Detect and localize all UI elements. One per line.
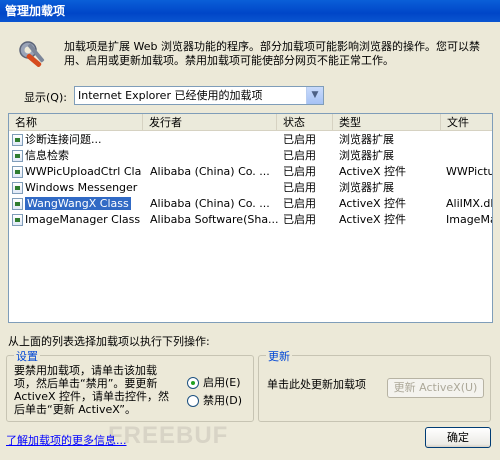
addon-name-text: 信息检索 — [25, 149, 69, 162]
addon-status: 已启用 — [283, 213, 316, 226]
column-header-publisher[interactable]: 发行者 — [143, 114, 277, 131]
addon-type: ActiveX 控件 — [339, 197, 407, 210]
update-group-title: 更新 — [266, 348, 292, 364]
addon-publisher: Alibaba Software(Sha... — [150, 213, 279, 226]
ok-button[interactable]: 确定 — [425, 427, 491, 448]
update-instructions: 单击此处更新加载项 — [267, 378, 366, 391]
addon-icon — [12, 150, 23, 162]
list-item[interactable]: 诊断连接问题... 已启用 浏览器扩展 — [9, 132, 492, 148]
learn-more-link[interactable]: 了解加载项的更多信息... — [6, 432, 127, 448]
enable-radio[interactable]: 启用(E) — [187, 374, 241, 390]
addon-icon — [12, 198, 23, 210]
addon-publisher — [150, 148, 280, 164]
addon-type: 浏览器扩展 — [339, 181, 394, 194]
addon-file: WWPictur... — [446, 165, 492, 178]
addon-name: WangWangX Class — [12, 196, 142, 212]
addon-file: AliIMX.dl — [446, 197, 493, 210]
manage-addons-window: 管理加载项 加载项是扩展 Web 浏览器功能的程序。部分加载项可能影响浏览器的操… — [0, 0, 500, 460]
show-dropdown-value: Internet Explorer 已经使用的加载项 — [78, 89, 263, 102]
show-label: 显示(Q): — [24, 91, 67, 104]
list-item[interactable]: ImageManager Class Alibaba Software(Sha.… — [9, 212, 492, 228]
list-item-selected[interactable]: WangWangX Class Alibaba (China) Co. ... … — [9, 196, 493, 212]
addon-name: Windows Messenger — [12, 180, 142, 196]
list-item[interactable]: Windows Messenger 已启用 浏览器扩展 — [9, 180, 492, 196]
window-title: 管理加载项 — [0, 0, 500, 22]
chevron-down-icon[interactable]: ▼ — [306, 87, 323, 104]
update-activex-button[interactable]: 更新 ActiveX(U) — [387, 378, 484, 398]
addon-name: WWPicUploadCtrl Class — [12, 164, 142, 180]
addon-name-text: ImageManager Class — [25, 213, 141, 226]
addon-icon — [12, 134, 23, 146]
addon-status: 已启用 — [283, 133, 316, 146]
list-item[interactable]: WWPicUploadCtrl Class Alibaba (China) Co… — [9, 164, 492, 180]
addon-publisher: Alibaba (China) Co. ... — [150, 197, 270, 210]
addon-file — [446, 148, 492, 164]
column-header-file[interactable]: 文件 — [441, 114, 492, 131]
addon-status: 已启用 — [283, 149, 316, 162]
addon-publisher — [150, 132, 280, 148]
radio-checked-icon[interactable] — [187, 377, 199, 389]
addon-icon — [12, 166, 23, 178]
addon-name: 信息检索 — [12, 148, 142, 164]
addon-name-text: 诊断连接问题... — [25, 133, 102, 146]
list-header: 名称 发行者 状态 类型 文件 — [9, 114, 492, 131]
show-dropdown[interactable]: Internet Explorer 已经使用的加载项 ▼ — [74, 86, 324, 105]
addon-name: ImageManager Class — [12, 212, 142, 228]
settings-group-title: 设置 — [14, 348, 40, 364]
description-text: 加载项是扩展 Web 浏览器功能的程序。部分加载项可能影响浏览器的操作。您可以禁… — [64, 40, 480, 67]
addon-status: 已启用 — [283, 165, 316, 178]
addon-status: 已启用 — [283, 197, 316, 210]
radio-unchecked-icon[interactable] — [187, 395, 199, 407]
column-header-status[interactable]: 状态 — [277, 114, 333, 131]
settings-instructions: 要禁用加载项，请单击该加载项，然后单击“禁用”。要更新 ActiveX 控件，请… — [14, 364, 170, 416]
addon-type: ActiveX 控件 — [339, 213, 407, 226]
addon-publisher — [150, 180, 280, 196]
addon-type: 浏览器扩展 — [339, 133, 394, 146]
column-header-name[interactable]: 名称 — [9, 114, 143, 131]
addon-icon — [12, 214, 23, 226]
settings-group: 设置 要禁用加载项，请单击该加载项，然后单击“禁用”。要更新 ActiveX 控… — [6, 348, 254, 422]
addon-file: ImageMan... — [446, 213, 492, 226]
addon-type: ActiveX 控件 — [339, 165, 407, 178]
update-group: 更新 单击此处更新加载项 更新 ActiveX(U) — [258, 348, 491, 422]
addon-type: 浏览器扩展 — [339, 149, 394, 162]
operations-label: 从上面的列表选择加载项以执行下列操作: — [8, 335, 210, 348]
disable-radio-label[interactable]: 禁用(D) — [203, 394, 242, 407]
addon-file — [446, 132, 492, 148]
column-header-type[interactable]: 类型 — [333, 114, 441, 131]
addon-status: 已启用 — [283, 181, 316, 194]
addons-wrench-icon — [16, 38, 50, 72]
disable-radio[interactable]: 禁用(D) — [187, 392, 242, 408]
enable-radio-label[interactable]: 启用(E) — [203, 376, 241, 389]
addon-file — [446, 180, 492, 196]
addon-icon — [12, 182, 23, 194]
addon-name-text: WangWangX Class — [24, 196, 132, 211]
addon-publisher: Alibaba (China) Co. ... — [150, 165, 270, 178]
addon-name-text: Windows Messenger — [25, 181, 138, 194]
addon-name: 诊断连接问题... — [12, 132, 142, 148]
addon-name-text: WWPicUploadCtrl Class — [25, 165, 142, 178]
list-item[interactable]: 信息检索 已启用 浏览器扩展 — [9, 148, 492, 164]
addons-list[interactable]: 名称 发行者 状态 类型 文件 诊断连接问题... 已启用 浏览器扩展 信息检索… — [8, 113, 493, 323]
